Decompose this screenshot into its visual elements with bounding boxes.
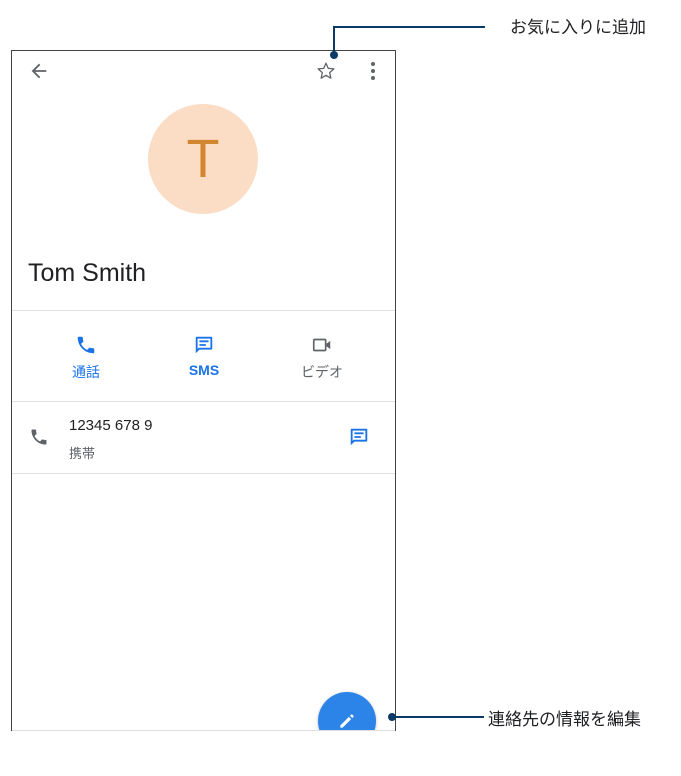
callout-dot	[330, 51, 338, 59]
phone-icon	[77, 336, 95, 354]
video-action-button[interactable]: ビデオ	[282, 334, 362, 382]
arrow-back-icon	[31, 63, 47, 79]
call-label: 通話	[72, 364, 100, 380]
phone-entry-icon-wrap	[29, 427, 49, 451]
callout-line	[392, 716, 484, 718]
avatar-initial: T	[186, 129, 220, 189]
avatar: T	[148, 104, 258, 214]
video-label: ビデオ	[301, 364, 343, 380]
edit-contact-button[interactable]	[318, 692, 376, 731]
pencil-icon	[340, 714, 354, 728]
phone-type: 携帯	[69, 446, 96, 461]
callout-edit: 連絡先の情報を編集	[488, 710, 641, 729]
sms-label: SMS	[188, 362, 220, 378]
callout-line	[333, 26, 485, 28]
back-button[interactable]	[26, 58, 52, 84]
divider	[12, 730, 395, 731]
more-options-button[interactable]	[363, 58, 383, 84]
divider	[12, 473, 395, 474]
message-icon	[195, 336, 213, 354]
phone-number[interactable]: 12345 678 9	[69, 417, 152, 434]
divider	[12, 310, 395, 311]
star-outline-icon	[317, 62, 335, 79]
contact-detail-screen: T Tom Smith 通話 SMS ビデオ 12345 678 9 携帯	[11, 50, 396, 731]
favorite-button[interactable]	[313, 58, 339, 84]
phone-icon	[31, 429, 47, 445]
call-action-button[interactable]: 通話	[46, 334, 126, 382]
phone-entry-sms-button[interactable]	[348, 426, 370, 452]
message-icon	[350, 428, 368, 446]
divider	[12, 401, 395, 402]
contact-name: Tom Smith	[28, 259, 147, 287]
videocam-icon	[312, 338, 331, 352]
more-vert-icon	[371, 62, 375, 80]
callout-favorite: お気に入りに追加	[510, 18, 646, 37]
sms-action-button[interactable]: SMS	[164, 334, 244, 378]
